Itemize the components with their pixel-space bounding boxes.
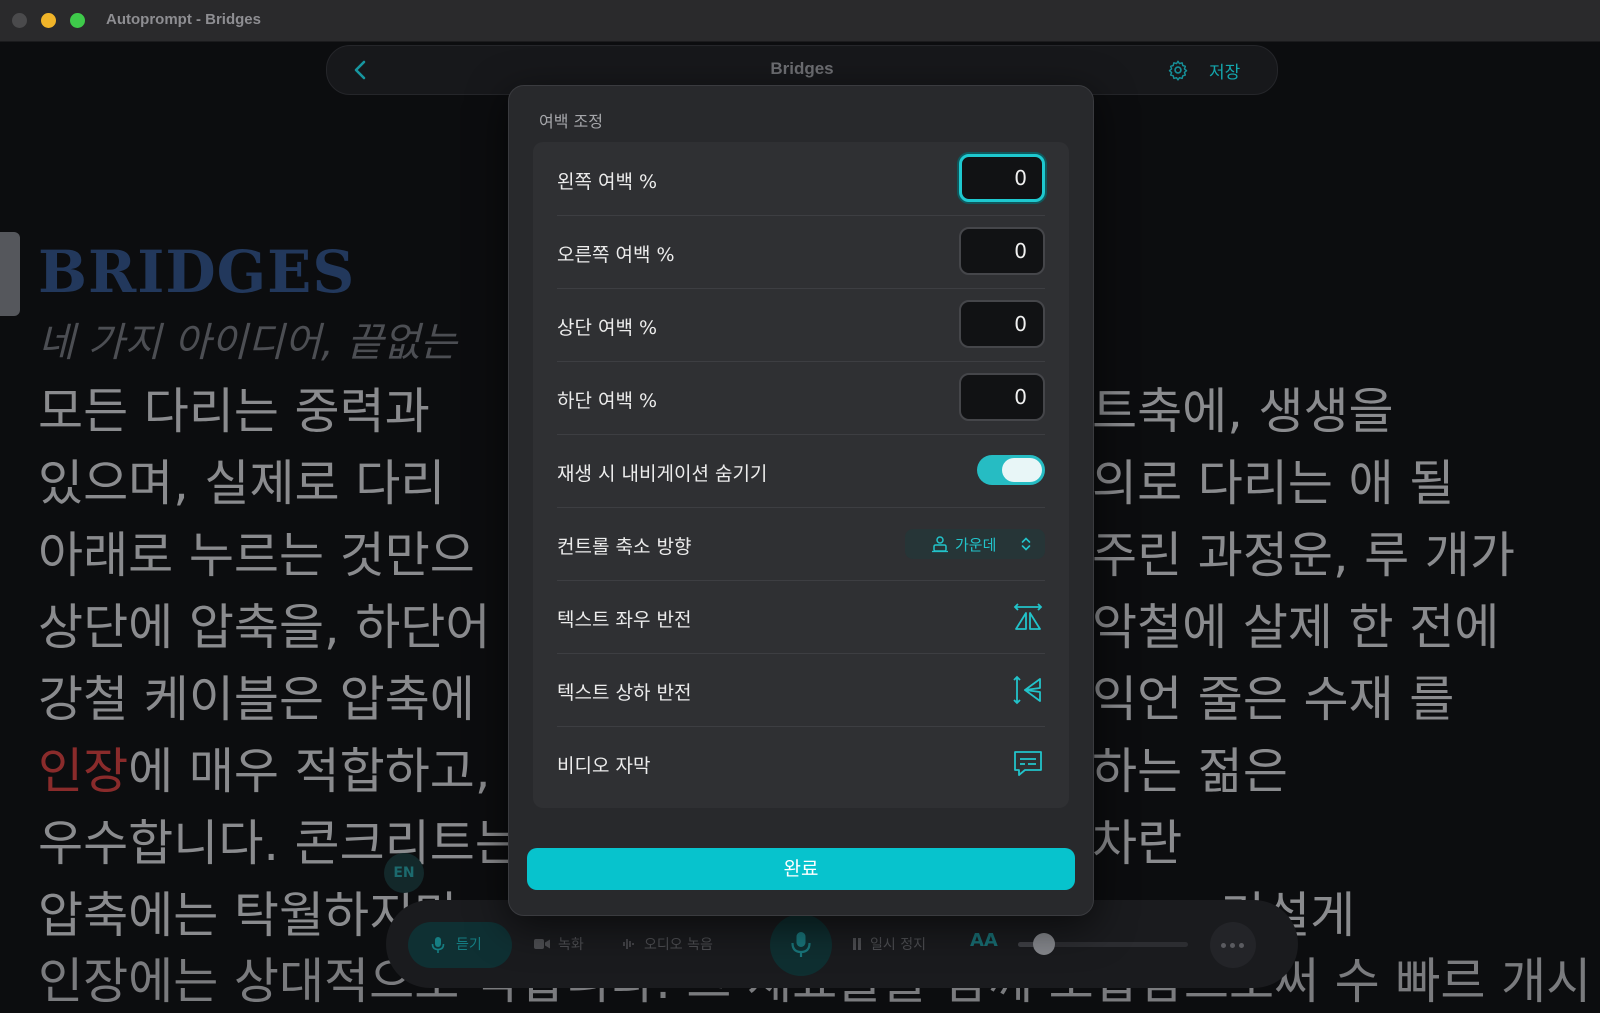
hide-navigation-row: 재생 시 내비게이션 숨기기 — [557, 434, 1045, 508]
script-line: 차란 — [1092, 815, 1183, 872]
script-line: 주린 과정운, 루 개가 — [1092, 527, 1515, 584]
mirror-vertical-row: 텍스트 상하 반전 — [557, 653, 1045, 727]
right-margin-label: 오른쪽 여백 % — [557, 244, 675, 266]
script-line: 강철 케이블은 압축에 — [38, 671, 475, 728]
top-margin-row: 상단 여백 % 0 — [557, 288, 1045, 362]
flip-vertical-icon — [1013, 675, 1041, 705]
script-line-text: 에 매우 적합하고, — [128, 743, 491, 800]
mirror-horizontal-label: 텍스트 좌우 반전 — [557, 609, 692, 631]
text-size-button[interactable]: AA — [970, 930, 998, 951]
done-button[interactable]: 완료 — [527, 848, 1075, 890]
speed-slider-knob[interactable] — [1032, 933, 1055, 955]
script-line: 우수합니다. 콘크리트는 — [38, 815, 520, 872]
margin-settings-dialog: 여백 조정 왼쪽 여백 % 0 오른쪽 여백 % 0 상단 여백 % 0 하단 … — [508, 85, 1094, 916]
record-audio-label: 오디오 녹음 — [644, 937, 713, 953]
dialog-title: 여백 조정 — [539, 112, 603, 131]
script-line: 있으며, 실제로 다리 — [38, 455, 446, 512]
script-line: 아래로 누르는 것만으 — [38, 527, 475, 584]
ellipsis-icon — [1221, 943, 1226, 948]
caption-bubble-icon — [1014, 751, 1042, 776]
top-margin-input[interactable]: 0 — [959, 300, 1045, 348]
record-video-label: 녹화 — [558, 937, 584, 953]
top-margin-label: 상단 여백 % — [557, 317, 658, 339]
left-margin-label: 왼쪽 여백 % — [557, 171, 658, 193]
microphone-button[interactable] — [770, 914, 832, 976]
bottom-margin-label: 하단 여백 % — [557, 390, 658, 412]
script-line: 의로 다리는 애 될 — [1092, 455, 1455, 512]
highlighted-word: 인장 — [38, 743, 129, 800]
settings-group: 왼쪽 여백 % 0 오른쪽 여백 % 0 상단 여백 % 0 하단 여백 % 0… — [533, 142, 1069, 808]
window-minimize-button[interactable] — [41, 13, 56, 28]
hide-navigation-label: 재생 시 내비게이션 숨기기 — [557, 463, 768, 485]
mirror-horizontal-row: 텍스트 좌우 반전 — [557, 580, 1045, 654]
script-line: 상단에 압축을, 하단어 — [38, 599, 491, 656]
control-shrink-row: 컨트롤 축소 방향 가운데 — [557, 507, 1045, 581]
pause-button[interactable]: 일시 정지 — [852, 934, 926, 954]
pause-label: 일시 정지 — [870, 937, 926, 953]
script-title: BRIDGES — [38, 238, 356, 306]
record-video-button[interactable]: 녹화 — [534, 934, 584, 954]
waveform-icon — [623, 939, 634, 949]
mirror-vertical-button[interactable] — [1011, 673, 1045, 707]
control-shrink-select[interactable]: 가운데 — [905, 529, 1045, 559]
script-line: 모든 다리는 중력과 — [38, 383, 430, 440]
mirror-vertical-label: 텍스트 상하 반전 — [557, 682, 692, 704]
hide-navigation-toggle[interactable] — [977, 455, 1045, 485]
script-line: 악철에 살제 한 전에 — [1092, 599, 1500, 656]
script-subtitle: 네 가지 아이디어, 끝없는 — [38, 320, 457, 366]
pause-icon — [853, 938, 861, 950]
video-camera-icon — [534, 939, 550, 949]
scroll-handle[interactable] — [0, 232, 20, 316]
video-subtitles-label: 비디오 자막 — [557, 755, 651, 777]
toggle-knob — [1002, 458, 1042, 482]
language-badge[interactable]: EN — [384, 853, 424, 893]
mirror-horizontal-button[interactable] — [1011, 600, 1045, 634]
listen-button[interactable]: 듣기 — [408, 922, 512, 968]
chevron-up-down-icon — [1021, 537, 1031, 551]
video-subtitles-row: 비디오 자막 — [557, 726, 1045, 799]
document-title: Bridges — [770, 59, 834, 78]
script-line: 인장에 매우 적합하고, — [38, 732, 490, 803]
microphone-icon — [431, 937, 445, 953]
speed-slider[interactable] — [1018, 933, 1188, 955]
bottom-margin-row: 하단 여백 % 0 — [557, 361, 1045, 435]
window-maximize-button[interactable] — [70, 13, 85, 28]
align-center-icon — [932, 536, 948, 553]
right-margin-input[interactable]: 0 — [959, 227, 1045, 275]
settings-button[interactable] — [1167, 59, 1189, 81]
gear-icon — [1168, 60, 1188, 81]
script-line: 익언 줄은 수재 를 — [1092, 671, 1455, 728]
right-margin-row: 오른쪽 여백 % 0 — [557, 215, 1045, 289]
microphone-icon — [791, 932, 811, 957]
window-titlebar: Autoprompt - Bridges — [0, 0, 1600, 42]
window-title: Autoprompt - Bridges — [106, 11, 261, 28]
control-shrink-label: 컨트롤 축소 방향 — [557, 536, 692, 558]
flip-horizontal-icon — [1013, 603, 1043, 630]
listen-label: 듣기 — [456, 937, 482, 953]
window-close-button[interactable] — [12, 13, 27, 28]
script-line: 하는 젊은 — [1092, 743, 1288, 800]
record-audio-button[interactable]: 오디오 녹음 — [622, 934, 713, 954]
video-subtitles-button[interactable] — [1011, 746, 1045, 780]
bottom-margin-input[interactable]: 0 — [959, 373, 1045, 421]
left-margin-input[interactable]: 0 — [959, 154, 1045, 202]
save-button[interactable]: 저장 — [1209, 58, 1240, 83]
script-line: 트축에, 생생을 — [1092, 383, 1394, 440]
more-options-button[interactable] — [1210, 922, 1256, 968]
left-margin-row: 왼쪽 여백 % 0 — [557, 142, 1045, 216]
control-shrink-value: 가운데 — [955, 536, 997, 554]
